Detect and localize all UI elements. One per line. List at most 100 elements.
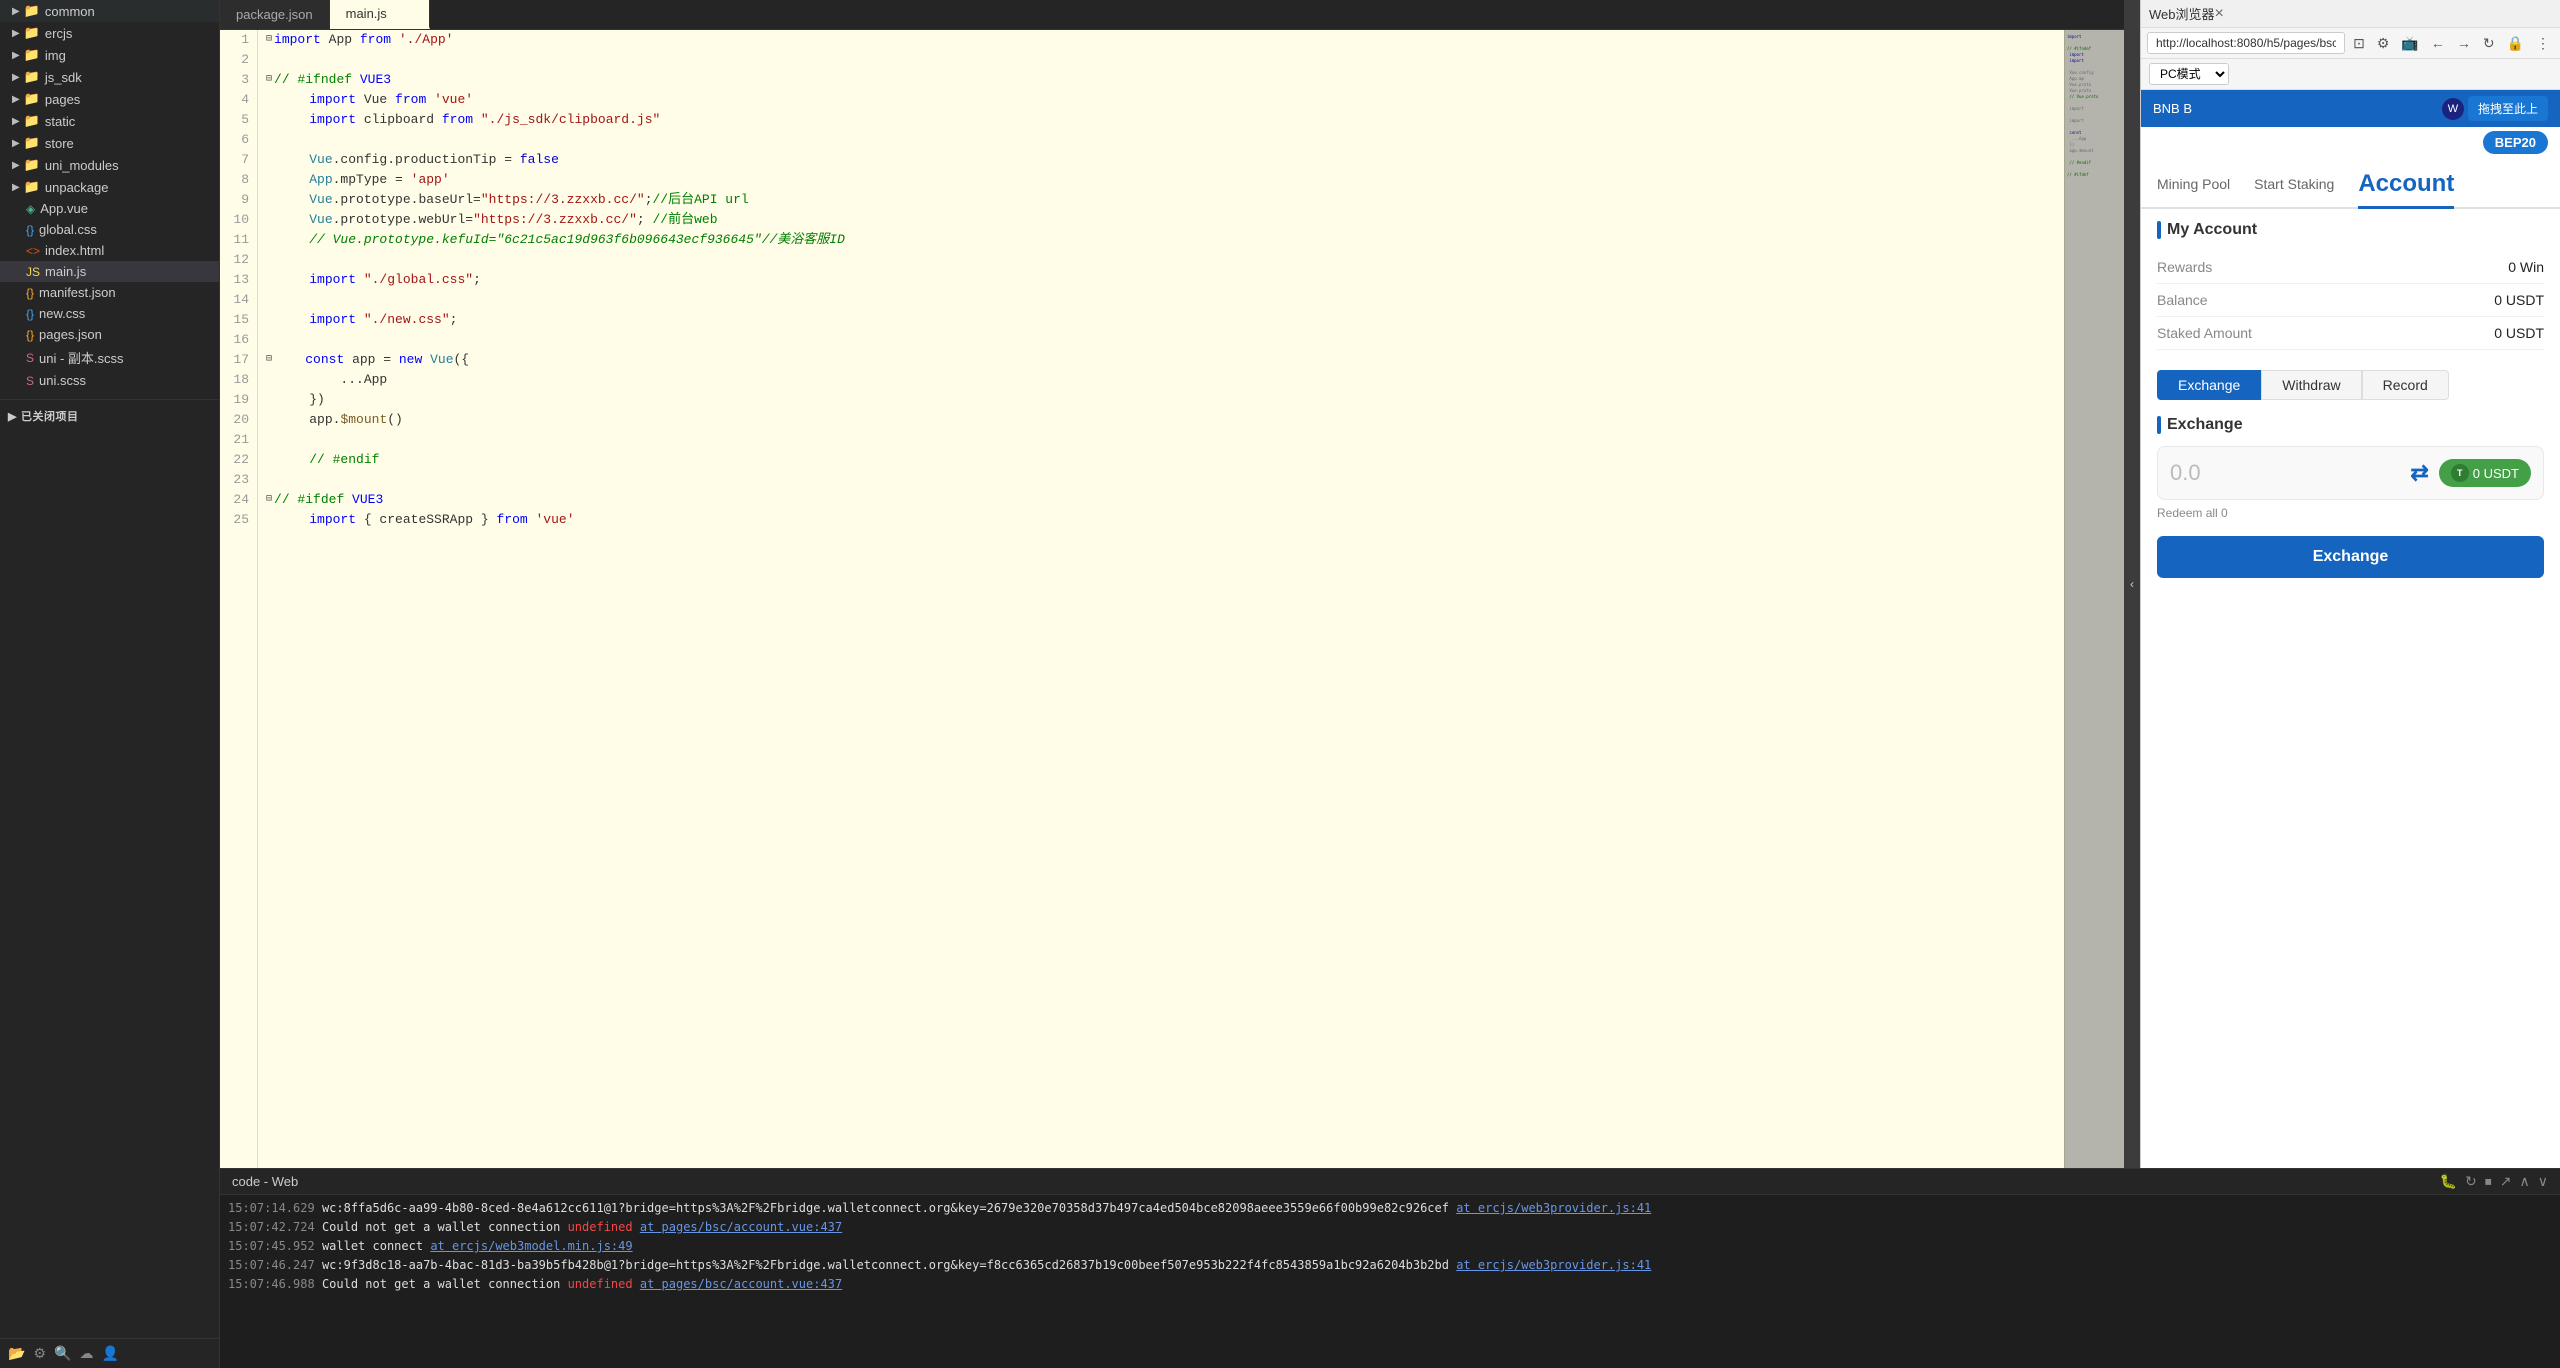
cast-button[interactable]: 📺 — [2397, 33, 2422, 54]
sidebar-item-pages[interactable]: ▶ 📁 pages — [0, 88, 219, 110]
log-line: 15:07:46.988 Could not get a wallet conn… — [228, 1275, 2552, 1293]
log-link[interactable]: at ercjs/web3model.min.js:49 — [430, 1239, 632, 1253]
code-content: ⊟import App from './App' ⊟// #ifndef VUE… — [258, 30, 2064, 1168]
code-editor[interactable]: 12345 678910 1112131415 1617181920 21222… — [220, 30, 2064, 1168]
chevron-right-icon: ▶ — [12, 116, 20, 127]
chevron-right-icon: ▶ — [8, 410, 17, 423]
collapse-panel-button[interactable]: ‹ — [2124, 0, 2140, 1168]
fold-icon[interactable]: ⊟ — [266, 70, 272, 90]
sidebar-item-label: pages.json — [39, 327, 102, 342]
html-file-icon: <> — [26, 244, 40, 258]
sidebar-item-common[interactable]: ▶ 📁 common — [0, 0, 219, 22]
sidebar-item-uni-scss[interactable]: S uni - 副本.scss — [0, 345, 219, 370]
sidebar-item-label: js_sdk — [45, 70, 82, 85]
browser-titlebar: Web浏览器 × — [2141, 0, 2560, 28]
tab-label: main.js — [346, 6, 387, 21]
sidebar-item-label: new.css — [39, 306, 85, 321]
search-icon[interactable]: 🔍 — [54, 1345, 71, 1362]
tab-package-json[interactable]: package.json — [220, 0, 330, 29]
log-line: 15:07:14.629 wc:8ffa5d6c-aa99-4b80-8ced-… — [228, 1199, 2552, 1217]
browser-mode-select[interactable]: PC模式 — [2149, 63, 2229, 85]
console-stop-button[interactable]: ⏹ — [2485, 1173, 2492, 1190]
sidebar-item-label: uni - 副本.scss — [39, 348, 124, 367]
open-in-new-tab-button[interactable]: ⊡ — [2349, 33, 2369, 54]
sidebar-item-label: uni.scss — [39, 373, 86, 388]
wallet-icon: W — [2442, 98, 2464, 120]
console-bug-button[interactable]: 🐛 — [2440, 1173, 2457, 1190]
action-tab-record[interactable]: Record — [2362, 370, 2449, 400]
closed-projects-header[interactable]: ▶ 已关闭项目 — [0, 404, 219, 428]
folder-icon: 📁 — [24, 25, 40, 41]
action-tab-exchange[interactable]: Exchange — [2157, 370, 2261, 400]
sidebar-item-new-css[interactable]: {} new.css — [0, 303, 219, 324]
settings-button[interactable]: ⚙ — [2373, 33, 2394, 54]
sidebar-item-label: App.vue — [40, 201, 88, 216]
address-bar[interactable] — [2147, 32, 2345, 54]
log-link[interactable]: at ercjs/web3provider.js:41 — [1456, 1201, 1651, 1215]
lock-button[interactable]: 🔒 — [2503, 33, 2528, 54]
fold-icon[interactable]: ⊟ — [266, 350, 272, 370]
folder-icon: 📁 — [24, 179, 40, 195]
folder-icon: 📁 — [24, 3, 40, 19]
folder-icon: 📁 — [24, 157, 40, 173]
sidebar-item-label: uni_modules — [45, 158, 119, 173]
console-open-external-button[interactable]: ↗ — [2500, 1173, 2512, 1190]
settings-icon[interactable]: ⚙ — [33, 1345, 46, 1362]
tab-main-js[interactable]: main.js — [330, 0, 430, 29]
tab-start-staking[interactable]: Start Staking — [2254, 172, 2334, 203]
balance-label: Balance — [2157, 292, 2208, 308]
exchange-button[interactable]: Exchange — [2157, 536, 2544, 578]
fold-icon[interactable]: ⊟ — [266, 490, 272, 510]
log-link[interactable]: at pages/bsc/account.vue:437 — [640, 1277, 842, 1291]
exchange-input-value[interactable]: 0.0 — [2170, 460, 2400, 486]
back-button[interactable]: ← — [2427, 33, 2449, 53]
editor-area: package.json main.js 12345 678910 111 — [220, 0, 2124, 1168]
console-title: code - Web — [232, 1174, 298, 1189]
tab-mining-pool[interactable]: Mining Pool — [2157, 172, 2230, 203]
sidebar-item-label: index.html — [45, 243, 104, 258]
forward-button[interactable]: → — [2453, 33, 2475, 53]
action-tab-withdraw[interactable]: Withdraw — [2261, 370, 2361, 400]
redeem-all-text: Redeem all 0 — [2157, 504, 2544, 528]
folder-open-icon[interactable]: 📂 — [8, 1345, 25, 1362]
log-link[interactable]: at ercjs/web3provider.js:41 — [1456, 1258, 1651, 1272]
sidebar-item-static[interactable]: ▶ 📁 static — [0, 110, 219, 132]
cloud-icon[interactable]: ☁ — [79, 1345, 93, 1362]
sidebar-item-manifest-json[interactable]: {} manifest.json — [0, 282, 219, 303]
chevron-right-icon: ▶ — [12, 160, 20, 171]
console-next-button[interactable]: ∨ — [2538, 1173, 2548, 1190]
sidebar-item-img[interactable]: ▶ 📁 img — [0, 44, 219, 66]
token-value: 0 USDT — [2473, 466, 2519, 481]
sidebar-item-uni_modules[interactable]: ▶ 📁 uni_modules — [0, 154, 219, 176]
exchange-input-row[interactable]: 0.0 ⇄ T 0 USDT — [2157, 446, 2544, 500]
sidebar-item-global-css[interactable]: {} global.css — [0, 219, 219, 240]
css-file-icon: {} — [26, 307, 34, 321]
tab-account[interactable]: Account — [2358, 166, 2454, 209]
chevron-right-icon: ▶ — [12, 94, 20, 105]
sidebar-item-pages-json[interactable]: {} pages.json — [0, 324, 219, 345]
fold-icon[interactable]: ⊟ — [266, 30, 272, 50]
sidebar-item-ercjs[interactable]: ▶ 📁 ercjs — [0, 22, 219, 44]
sidebar-item-index-html[interactable]: <> index.html — [0, 240, 219, 261]
person-icon[interactable]: 👤 — [101, 1345, 118, 1362]
browser-close-button[interactable]: × — [2215, 5, 2224, 23]
sidebar-bottom: 📂 ⚙ 🔍 ☁ 👤 — [0, 1338, 219, 1368]
refresh-button[interactable]: ↻ — [2479, 33, 2499, 54]
rewards-label: Rewards — [2157, 259, 2212, 275]
log-link[interactable]: at pages/bsc/account.vue:437 — [640, 1220, 842, 1234]
sidebar-item-app-vue[interactable]: ◈ App.vue — [0, 198, 219, 219]
sidebar-item-js_sdk[interactable]: ▶ 📁 js_sdk — [0, 66, 219, 88]
console-log: 15:07:14.629 wc:8ffa5d6c-aa99-4b80-8ced-… — [220, 1195, 2560, 1368]
chevron-right-icon: ▶ — [12, 50, 20, 61]
minimap[interactable]: import // #ifndef import import Vue.conf… — [2064, 30, 2124, 1168]
more-button[interactable]: ⋮ — [2532, 33, 2554, 54]
console-refresh-button[interactable]: ↻ — [2465, 1173, 2477, 1190]
sidebar-item-store[interactable]: ▶ 📁 store — [0, 132, 219, 154]
exchange-title: Exchange — [2157, 416, 2544, 434]
sidebar-item-main-js[interactable]: JS main.js — [0, 261, 219, 282]
drag-to-top-button[interactable]: 拖拽至此上 — [2468, 96, 2548, 121]
console-prev-button[interactable]: ∧ — [2520, 1173, 2530, 1190]
sidebar-item-label: manifest.json — [39, 285, 116, 300]
sidebar-item-unpackage[interactable]: ▶ 📁 unpackage — [0, 176, 219, 198]
sidebar-item-uni-scss2[interactable]: S uni.scss — [0, 370, 219, 391]
